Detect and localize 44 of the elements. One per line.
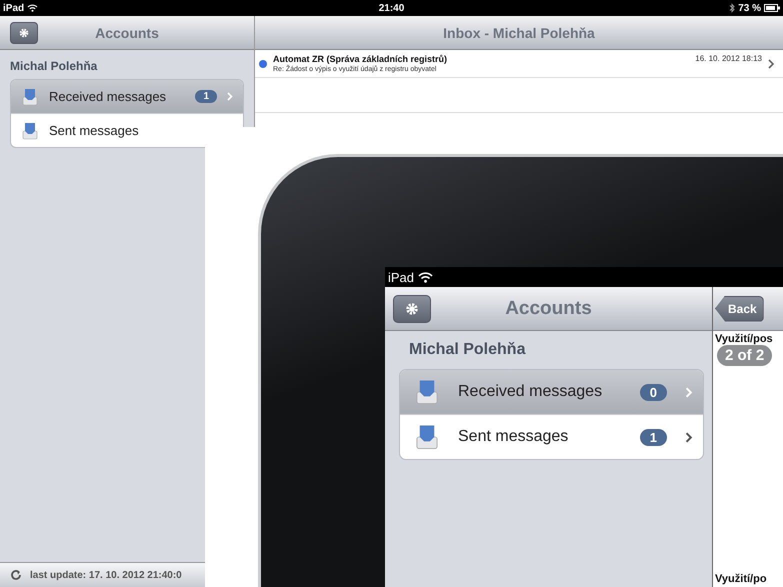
carrier-label: iPad [3, 2, 24, 14]
chevron-icon [768, 58, 775, 68]
inbox-title: Inbox - Michal Polehňa [443, 24, 595, 40]
unread-count: 1 [640, 428, 667, 446]
folder-label: Received messages [49, 89, 168, 104]
back-button[interactable]: Back [715, 296, 764, 322]
folder-item[interactable]: Received messages 0 [400, 370, 703, 415]
message-subject: Využití/po [714, 573, 768, 587]
inbox-tray-icon [414, 379, 440, 405]
settings-button[interactable] [393, 294, 431, 322]
carrier-label: iPad [388, 270, 414, 284]
sidebar-title: Accounts [94, 24, 160, 40]
refresh-icon[interactable] [10, 569, 22, 581]
settings-icon [404, 300, 420, 316]
message-date: 16. 10. 2012 18:13 [695, 54, 762, 64]
chevron-icon [685, 432, 693, 442]
page-counter: 2 of 2 [717, 345, 772, 366]
sidebar-title: Accounts [504, 298, 593, 320]
message-sender: Automat ZR (Správa základních registrů) [273, 54, 448, 64]
unread-count: 1 [195, 90, 217, 103]
bluetooth-icon [729, 3, 736, 13]
folder-label: Sent messages [49, 123, 140, 138]
chevron-icon [227, 92, 233, 101]
unread-count: 0 [640, 384, 667, 400]
wifi-icon [27, 4, 38, 12]
chevron-icon [685, 386, 693, 398]
account-name: Michal Polehňa [408, 340, 527, 360]
inbox-tray-icon [21, 122, 39, 140]
last-update-text: last update: 17. 10. 2012 21:40:0 [30, 570, 182, 580]
clock-time: 21:40 [378, 2, 404, 14]
folder-item[interactable]: Sent messages [11, 114, 203, 147]
account-name: Michal Polehňa [9, 58, 98, 75]
folder-label: Received messages [458, 383, 604, 401]
inbox-tray-icon [21, 88, 39, 106]
message-subject: Využití/pos [714, 332, 774, 345]
folder-item[interactable]: Received messages 1 [11, 80, 243, 114]
settings-button[interactable] [10, 22, 38, 44]
folder-label: Sent messages [458, 428, 570, 446]
battery-percent: 73 % [738, 2, 761, 14]
settings-icon [18, 26, 30, 38]
folder-item[interactable]: Sent messages 1 [400, 415, 703, 459]
inbox-tray-icon [414, 424, 440, 450]
wifi-icon [418, 272, 434, 282]
battery-icon [764, 4, 780, 12]
